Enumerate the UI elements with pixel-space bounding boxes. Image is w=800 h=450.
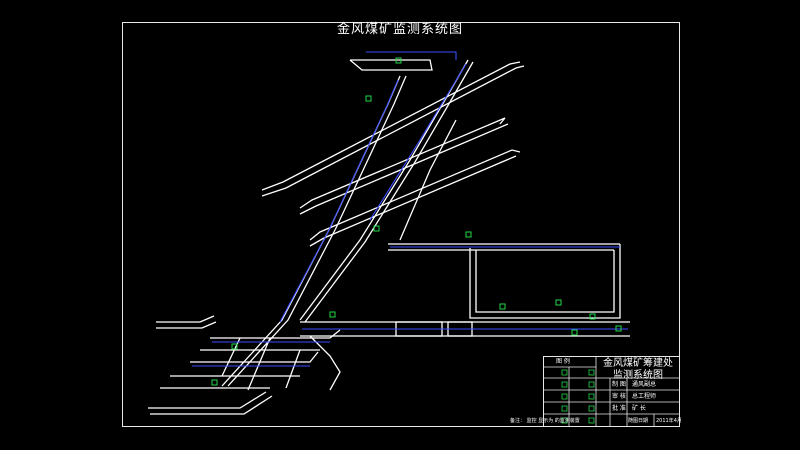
- legend-header: 图 例: [556, 358, 570, 365]
- role-name-approve: 矿 长: [632, 405, 646, 412]
- sensor-marker: [555, 299, 562, 306]
- incline-a: [221, 75, 401, 387]
- role-label-draw: 制 图: [612, 381, 626, 388]
- left-gate-b: [156, 321, 217, 329]
- monitor-line-1: [366, 51, 457, 60]
- sensor-marker: [499, 303, 506, 310]
- mine-layout-diagram: [148, 51, 680, 427]
- monitor-lines: [192, 51, 628, 367]
- sensor-marker: [571, 329, 578, 336]
- lower-drift-6: [148, 391, 267, 409]
- monitor-line-2: [279, 79, 399, 323]
- roadway-third-diagonal-b: [309, 155, 517, 247]
- lower-roadway: [309, 335, 341, 391]
- role-label-approve: 批 准: [612, 405, 626, 412]
- role-name-review: 总工程师: [632, 393, 657, 400]
- title-block-org: 金风煤矿筹建处 监测系统图: [596, 358, 680, 382]
- right-loop: [469, 244, 621, 319]
- sensor-marker: [329, 311, 336, 318]
- date-label: 随图日期: [628, 418, 649, 424]
- role-name-draw: 通风副总: [632, 381, 657, 388]
- org-line-1: 金风煤矿筹建处: [603, 358, 673, 369]
- lower-link-3: [285, 349, 301, 389]
- left-gate: [156, 315, 215, 323]
- right-loop-inner: [475, 250, 615, 313]
- roadway-top-diagonal-b: [261, 65, 525, 197]
- sensor-marker: [211, 379, 218, 386]
- incline-c: [399, 119, 457, 241]
- sensor-marker: [465, 231, 472, 238]
- drawing-note: 备注： 监控 显示为 的监测装置: [510, 418, 580, 424]
- lower-drift-7: [150, 395, 273, 415]
- role-label-review: 审 核: [612, 393, 626, 400]
- date-value: 2011年4月: [656, 418, 682, 424]
- roadway-second-diagonal: [299, 117, 506, 209]
- sensor-marker: [365, 95, 372, 102]
- top-portal: [349, 59, 433, 71]
